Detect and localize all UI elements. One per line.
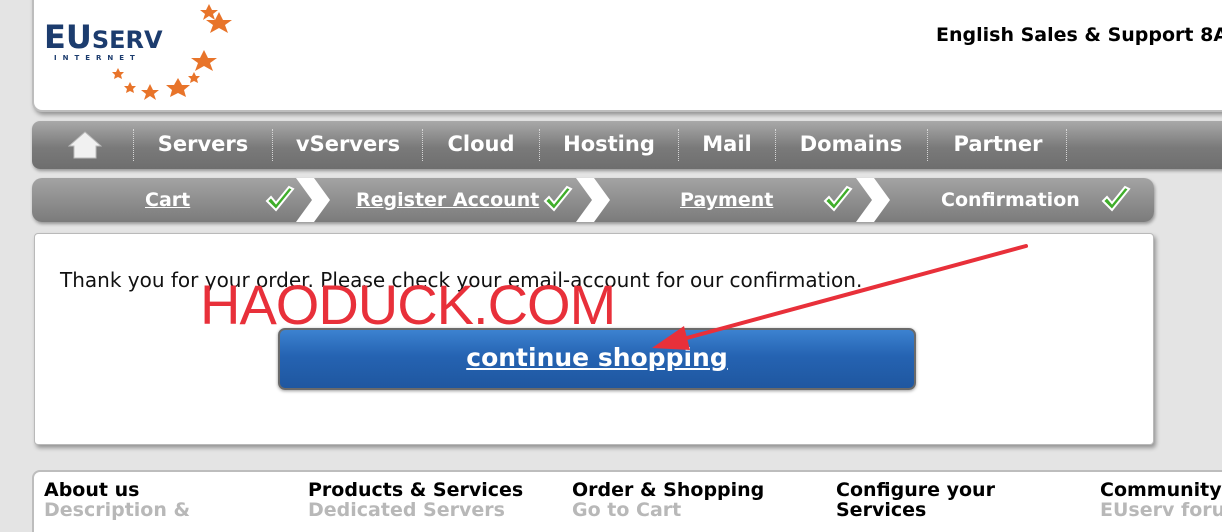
- nav-separator: [422, 129, 423, 161]
- step-chevron: [296, 178, 330, 222]
- step-chevron: [856, 178, 890, 222]
- watermark-text: HAODUCK.COM: [200, 273, 616, 336]
- nav-separator: [133, 129, 134, 161]
- footer-link[interactable]: Dedicated Servers: [308, 500, 523, 520]
- footer-col-about: About us Description &: [44, 480, 190, 520]
- check-icon: [1101, 185, 1131, 212]
- footer-link[interactable]: EUserv foru: [1100, 500, 1222, 520]
- footer-heading-line2: Services: [836, 499, 927, 521]
- footer-link[interactable]: Description &: [44, 500, 190, 520]
- footer-heading: Order & Shopping: [572, 479, 765, 501]
- nav-separator: [927, 129, 928, 161]
- nav-item-vservers[interactable]: vServers: [278, 121, 418, 169]
- footer-col-products: Products & Services Dedicated Servers: [308, 480, 523, 520]
- step-payment-link[interactable]: Payment: [680, 178, 773, 222]
- euserv-logo[interactable]: EUSERV INTERNET: [44, 4, 244, 108]
- check-icon: [543, 185, 573, 212]
- home-icon: [67, 131, 103, 159]
- check-icon: [823, 185, 853, 212]
- step-confirmation-label: Confirmation: [941, 189, 1080, 211]
- logo-stars-icon: [112, 4, 232, 100]
- footer-heading: Community: [1100, 479, 1222, 501]
- nav-separator: [775, 129, 776, 161]
- nav-item-servers[interactable]: Servers: [140, 121, 266, 169]
- nav-item-partner[interactable]: Partner: [932, 121, 1064, 169]
- footer-col-community: Community EUserv foru: [1100, 480, 1222, 520]
- footer-heading: About us: [44, 479, 140, 501]
- footer-link[interactable]: Go to Cart: [572, 500, 764, 520]
- nav-item-domains[interactable]: Domains: [780, 121, 922, 169]
- support-text: English Sales & Support 8A: [936, 24, 1222, 46]
- nav-item-mail[interactable]: Mail: [682, 121, 772, 169]
- footer-heading: Configure your: [836, 479, 995, 501]
- nav-separator: [678, 129, 679, 161]
- nav-separator: [272, 129, 273, 161]
- footer-heading: Products & Services: [308, 479, 524, 501]
- step-register-link[interactable]: Register Account: [356, 178, 539, 222]
- nav-item-hosting[interactable]: Hosting: [544, 121, 674, 169]
- footer-col-configure: Configure your Services: [836, 480, 995, 520]
- nav-separator: [1066, 129, 1067, 161]
- footer-col-order: Order & Shopping Go to Cart: [572, 480, 764, 520]
- step-cart-link[interactable]: Cart: [145, 178, 190, 222]
- nav-item-cloud[interactable]: Cloud: [426, 121, 536, 169]
- main-nav: Servers vServers Cloud Hosting Mail Doma…: [32, 121, 1222, 169]
- check-icon: [265, 185, 295, 212]
- nav-home[interactable]: [60, 121, 110, 169]
- step-chevron: [576, 178, 610, 222]
- nav-separator: [539, 129, 540, 161]
- checkout-steps: Cart Register Account Payment Confirmati…: [32, 178, 1154, 222]
- continue-shopping-button[interactable]: continue shopping: [278, 328, 916, 390]
